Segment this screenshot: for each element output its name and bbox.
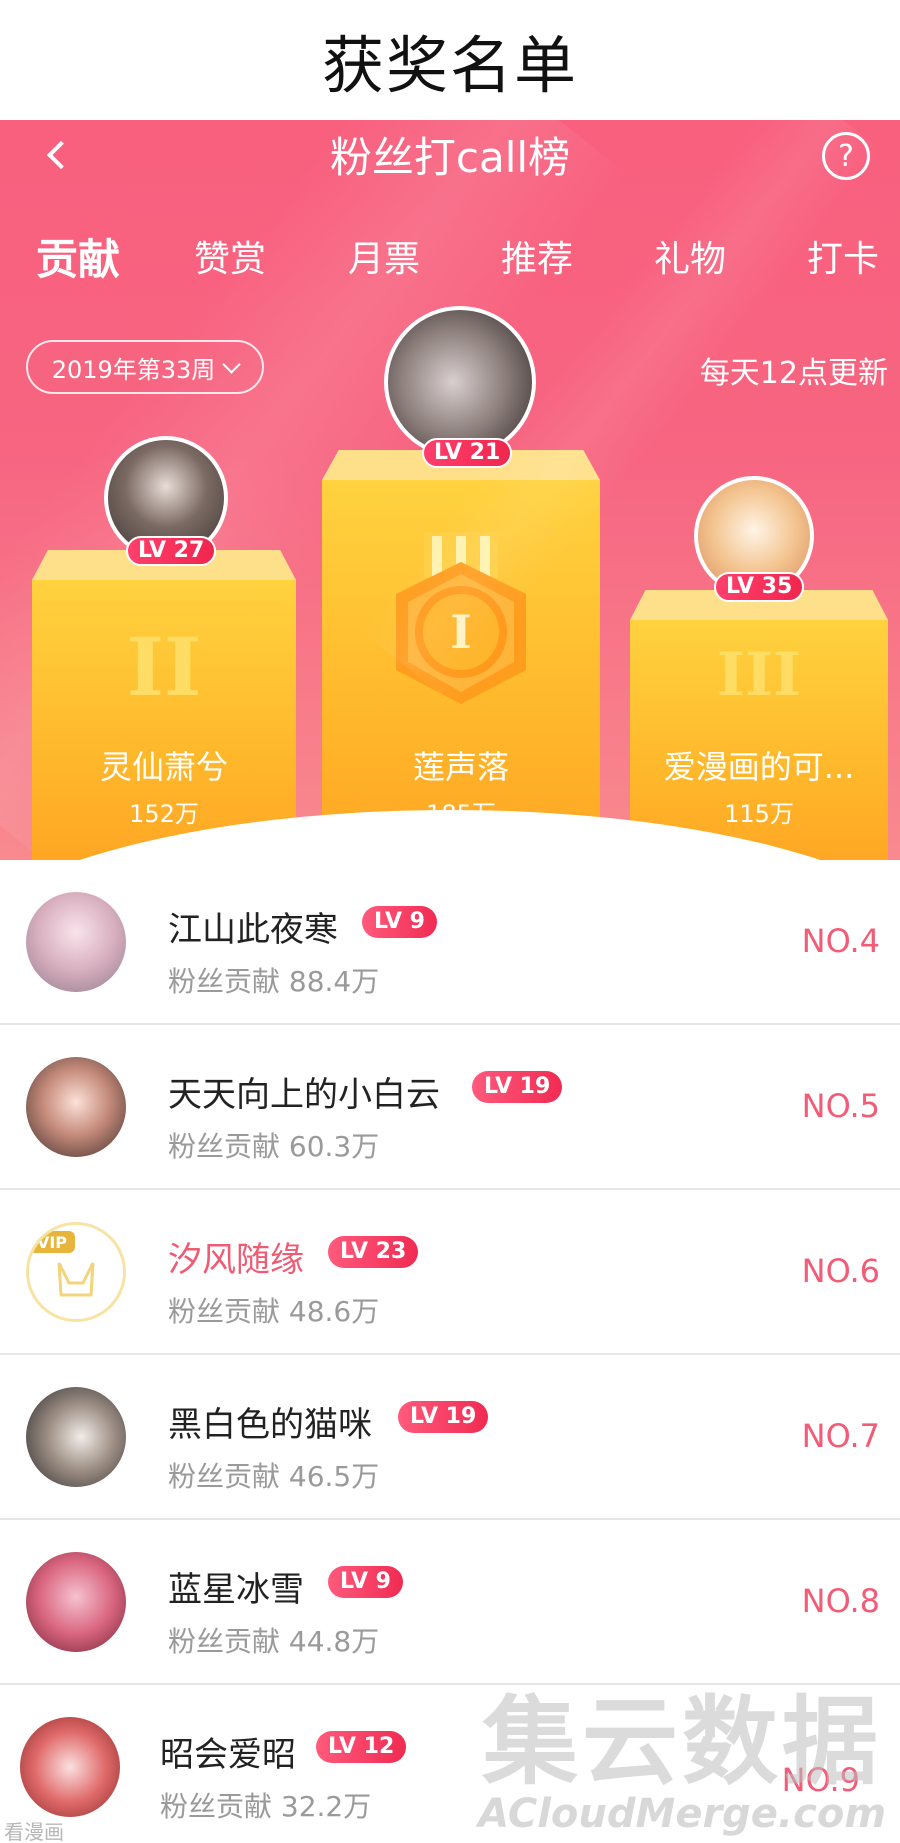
avatar[interactable] — [20, 1717, 120, 1817]
user-name[interactable]: 昭会爱昭 — [160, 1727, 296, 1776]
rank-label: NO.9 — [781, 1761, 860, 1799]
rank-numeral-third: III — [716, 640, 802, 710]
podium-third: III 爱漫画的可... 115万 — [630, 590, 888, 860]
user-name[interactable]: 黑白色的猫咪 — [168, 1397, 372, 1446]
level-badge: LV 19 — [398, 1401, 489, 1433]
level-badge: LV 23 — [328, 1236, 419, 1268]
user-name[interactable]: 天天向上的小白云 — [168, 1067, 440, 1116]
contribution-text: 粉丝贡献 88.4万 — [168, 965, 380, 998]
podium-second: II 灵仙萧兮 152万 — [32, 550, 296, 860]
list-item[interactable]: 天天向上的小白云 LV 19 粉丝贡献 60.3万 NO.5 — [0, 1025, 900, 1190]
tab-bar: 贡献 赞赏 月票 推荐 礼物 打卡 — [0, 230, 900, 290]
contribution-text: 粉丝贡献 32.2万 — [160, 1790, 372, 1823]
user-name[interactable]: 汐风随缘 — [168, 1232, 304, 1281]
ranking-list: 江山此夜寒 LV 9 粉丝贡献 88.4万 NO.4 天天向上的小白云 LV 1… — [0, 860, 900, 1843]
level-badge-third: LV 35 — [714, 572, 805, 602]
avatar-vip-default[interactable]: VIP — [26, 1222, 126, 1322]
podium-score-third: 115万 — [724, 800, 794, 828]
user-name[interactable]: 江山此夜寒 — [168, 902, 338, 951]
list-item[interactable]: 江山此夜寒 LV 9 粉丝贡献 88.4万 NO.4 — [0, 860, 900, 1025]
chevron-left-icon — [46, 140, 76, 170]
vip-label: VIP — [37, 1233, 67, 1252]
tab-gift[interactable]: 礼物 — [630, 230, 750, 290]
avatar[interactable] — [26, 1552, 126, 1652]
rank-label: NO.5 — [801, 1087, 880, 1125]
level-badge-first: LV 21 — [422, 438, 513, 468]
rank-label: NO.8 — [801, 1582, 880, 1620]
rank-label: NO.6 — [801, 1252, 880, 1290]
app-watermark: 看漫画 — [4, 1820, 64, 1843]
podium-name-third: 爱漫画的可... — [663, 748, 855, 786]
week-selector-value: 2019年第33周 — [51, 355, 216, 384]
podium-name-second: 灵仙萧兮 — [99, 748, 228, 786]
vip-rabbit-icon: VIP — [29, 1231, 95, 1297]
contribution-text: 粉丝贡献 46.5万 — [168, 1460, 380, 1493]
user-name[interactable]: 蓝星冰雪 — [168, 1562, 304, 1611]
chevron-down-icon — [222, 354, 242, 374]
contribution-text: 粉丝贡献 48.6万 — [168, 1295, 380, 1328]
podium-first: I 莲声落 185万 — [322, 450, 600, 860]
tab-contribution[interactable]: 贡献 — [18, 230, 138, 290]
back-button[interactable] — [36, 130, 86, 180]
tab-recommend[interactable]: 推荐 — [477, 230, 597, 290]
rank-label: NO.4 — [801, 922, 880, 960]
avatar[interactable] — [26, 892, 126, 992]
tab-reward[interactable]: 赞赏 — [170, 230, 290, 290]
level-badge: LV 12 — [316, 1731, 407, 1763]
update-note: 每天12点更新 — [699, 356, 888, 391]
level-badge-second: LV 27 — [126, 536, 217, 566]
list-item[interactable]: 黑白色的猫咪 LV 19 粉丝贡献 46.5万 NO.7 — [0, 1355, 900, 1520]
help-icon[interactable]: ? — [822, 132, 870, 180]
list-item[interactable]: 蓝星冰雪 LV 9 粉丝贡献 44.8万 NO.8 — [0, 1520, 900, 1685]
contribution-text: 粉丝贡献 44.8万 — [168, 1625, 380, 1658]
level-badge: LV 9 — [328, 1566, 403, 1598]
list-item[interactable]: VIP 汐风随缘 LV 23 粉丝贡献 48.6万 NO.6 — [0, 1190, 900, 1355]
tab-checkin[interactable]: 打卡 — [783, 230, 900, 290]
list-item[interactable]: 昭会爱昭 LV 12 粉丝贡献 32.2万 NO.9 — [0, 1685, 900, 1843]
rank-numeral-first: I — [450, 605, 472, 659]
leaderboard-hero: 粉丝打call榜 ? 贡献 赞赏 月票 推荐 礼物 打卡 2019年第33周 每… — [0, 120, 900, 860]
avatar-first-place[interactable] — [384, 306, 536, 458]
nav-title: 粉丝打call榜 — [329, 133, 571, 182]
rank-numeral-second: II — [126, 620, 202, 714]
page-title: 获奖名单 — [0, 0, 900, 120]
week-selector[interactable]: 2019年第33周 — [26, 340, 264, 394]
contribution-text: 粉丝贡献 60.3万 — [168, 1130, 380, 1163]
avatar[interactable] — [26, 1057, 126, 1157]
avatar[interactable] — [26, 1387, 126, 1487]
level-badge: LV 9 — [362, 906, 437, 938]
gold-medal-icon: I — [396, 532, 526, 704]
level-badge: LV 19 — [472, 1071, 563, 1103]
tab-monthly-ticket[interactable]: 月票 — [324, 230, 444, 290]
rank-label: NO.7 — [801, 1417, 880, 1455]
podium-name-first: 莲声落 — [412, 748, 509, 786]
